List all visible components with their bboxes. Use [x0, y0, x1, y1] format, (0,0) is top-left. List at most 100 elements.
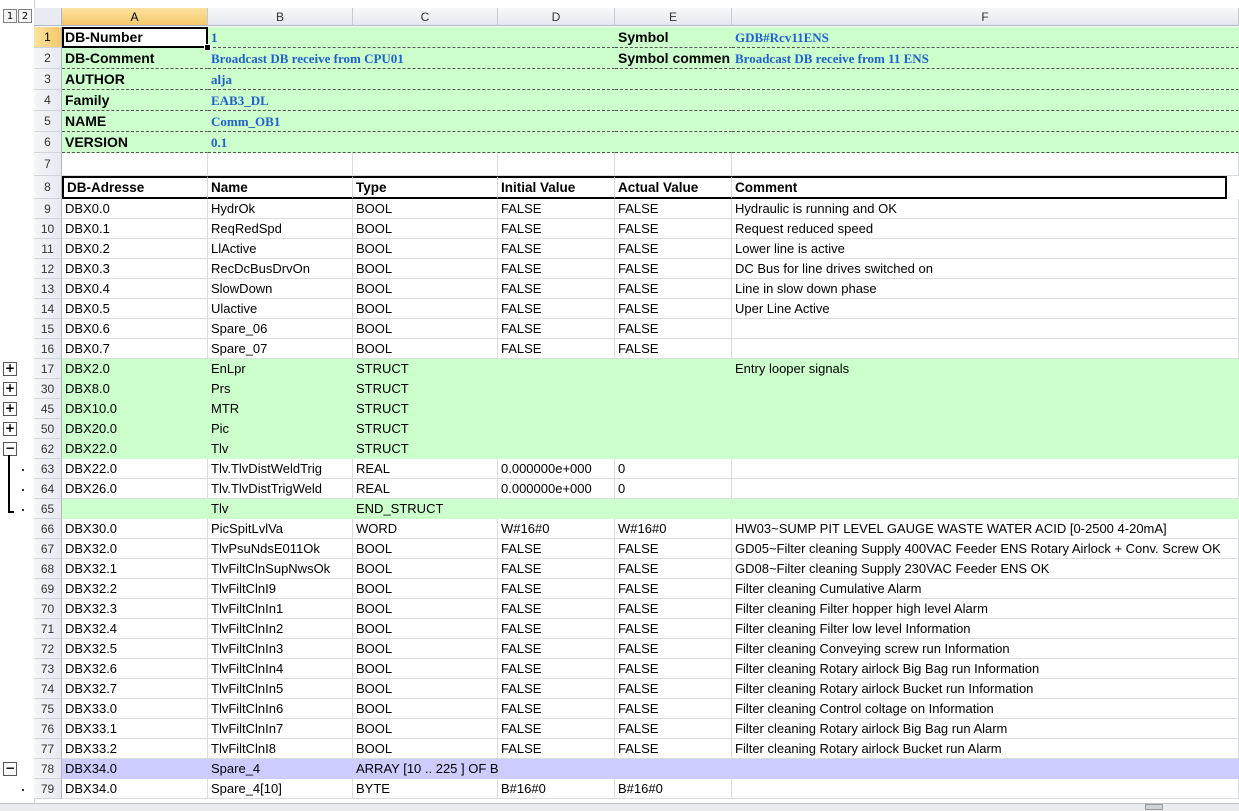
data-cell[interactable]: HW03~SUMP PIT LEVEL GAUGE WASTE WATER AC… — [732, 519, 1239, 539]
expand-group-button[interactable]: + — [3, 362, 17, 376]
data-cell[interactable]: DBX34.0 — [62, 779, 208, 799]
data-cell[interactable] — [732, 439, 1239, 459]
data-cell[interactable] — [732, 399, 1239, 419]
data-cell[interactable]: DBX32.2 — [62, 579, 208, 599]
outline-level-2-button[interactable]: 2 — [18, 9, 32, 23]
data-cell[interactable]: DBX22.0 — [62, 459, 208, 479]
data-cell[interactable]: FALSE — [615, 679, 732, 699]
data-cell[interactable]: Filter cleaning Rotary airlock Big Bag r… — [732, 659, 1239, 679]
row-header[interactable]: 6 — [34, 132, 62, 153]
data-cell[interactable] — [732, 379, 1239, 399]
data-cell[interactable]: TlvFiltClnIn7 — [208, 719, 353, 739]
data-cell[interactable]: Line in slow down phase — [732, 279, 1239, 299]
data-cell[interactable]: W#16#0 — [498, 519, 615, 539]
data-cell[interactable]: TlvFiltClnI9 — [208, 579, 353, 599]
data-cell[interactable]: Pic — [208, 419, 353, 439]
row-header[interactable]: 77 — [34, 739, 62, 759]
data-cell[interactable]: FALSE — [498, 279, 615, 299]
row-header[interactable]: 17 — [34, 359, 62, 379]
row-header[interactable]: 76 — [34, 719, 62, 739]
data-cell[interactable]: FALSE — [615, 599, 732, 619]
data-cell[interactable]: REAL — [353, 479, 498, 499]
data-cell[interactable]: BOOL — [353, 559, 498, 579]
data-cell[interactable]: FALSE — [498, 619, 615, 639]
data-cell[interactable]: DBX26.0 — [62, 479, 208, 499]
data-cell[interactable]: FALSE — [615, 579, 732, 599]
data-cell[interactable]: STRUCT — [353, 439, 498, 459]
data-cell[interactable]: 0 — [615, 479, 732, 499]
data-cell[interactable]: LlActive — [208, 239, 353, 259]
data-cell[interactable]: BOOL — [353, 579, 498, 599]
data-cell[interactable]: Spare_4 — [208, 759, 353, 779]
row-header[interactable]: 74 — [34, 679, 62, 699]
row-header[interactable]: 7 — [34, 153, 62, 176]
data-cell[interactable]: DBX34.0 — [62, 759, 208, 779]
data-cell[interactable]: DBX0.3 — [62, 259, 208, 279]
expand-group-button[interactable]: + — [3, 422, 17, 436]
cell-value-f[interactable] — [732, 132, 1239, 153]
cell-label-e[interactable] — [615, 132, 732, 153]
data-cell[interactable]: Filter cleaning Filter hopper high level… — [732, 599, 1239, 619]
column-title-cell[interactable]: Type — [353, 176, 498, 199]
data-cell[interactable]: BOOL — [353, 639, 498, 659]
data-cell[interactable]: GD05~Filter cleaning Supply 400VAC Feede… — [732, 539, 1239, 559]
data-cell[interactable] — [732, 319, 1239, 339]
row-header[interactable]: 64 — [34, 479, 62, 499]
data-cell[interactable]: SlowDown — [208, 279, 353, 299]
data-cell[interactable] — [732, 779, 1239, 799]
data-cell[interactable]: B#16#0 — [615, 779, 732, 799]
column-header-e[interactable]: E — [615, 8, 732, 26]
data-cell[interactable]: DBX32.0 — [62, 539, 208, 559]
empty-cell[interactable] — [208, 153, 353, 176]
data-cell[interactable]: EnLpr — [208, 359, 353, 379]
data-cell[interactable] — [498, 359, 615, 379]
data-cell[interactable]: BOOL — [353, 719, 498, 739]
data-cell[interactable]: TlvFiltClnIn6 — [208, 699, 353, 719]
row-header[interactable]: 45 — [34, 399, 62, 419]
data-cell[interactable]: STRUCT — [353, 359, 498, 379]
data-cell[interactable]: BOOL — [353, 539, 498, 559]
data-cell[interactable]: BOOL — [353, 739, 498, 759]
cell-label-e[interactable] — [615, 90, 732, 111]
data-cell[interactable]: FALSE — [615, 319, 732, 339]
row-header[interactable]: 11 — [34, 239, 62, 259]
data-cell[interactable]: DBX0.4 — [62, 279, 208, 299]
data-cell[interactable]: BOOL — [353, 279, 498, 299]
data-cell[interactable] — [615, 419, 732, 439]
row-header[interactable]: 68 — [34, 559, 62, 579]
empty-cell[interactable] — [498, 153, 615, 176]
cell-label-e[interactable]: Symbol — [615, 27, 732, 48]
data-cell[interactable]: END_STRUCT — [353, 499, 498, 519]
data-cell[interactable]: BOOL — [353, 339, 498, 359]
expand-group-button[interactable]: + — [3, 382, 17, 396]
data-cell[interactable] — [615, 499, 732, 519]
data-cell[interactable]: TlvFiltClnI8 — [208, 739, 353, 759]
data-cell[interactable]: Ulactive — [208, 299, 353, 319]
cell-value-b[interactable]: EAB3_DL — [208, 90, 615, 111]
row-header[interactable]: 8 — [34, 176, 62, 199]
data-cell[interactable]: Hydraulic is running and OK — [732, 199, 1239, 219]
empty-cell[interactable] — [732, 153, 1239, 176]
data-cell[interactable]: FALSE — [498, 299, 615, 319]
cell-label-a[interactable]: DB-Comment — [62, 48, 208, 69]
cell-value-b[interactable]: 0.1 — [208, 132, 615, 153]
data-cell[interactable]: FALSE — [498, 599, 615, 619]
data-cell[interactable]: STRUCT — [353, 419, 498, 439]
row-header[interactable]: 71 — [34, 619, 62, 639]
data-cell[interactable]: DBX32.5 — [62, 639, 208, 659]
column-title-cell[interactable]: DB-Adresse — [62, 176, 208, 199]
row-header[interactable]: 12 — [34, 259, 62, 279]
data-cell[interactable] — [498, 379, 615, 399]
data-cell[interactable]: FALSE — [498, 539, 615, 559]
data-cell[interactable] — [62, 499, 208, 519]
row-header[interactable]: 67 — [34, 539, 62, 559]
row-header[interactable]: 13 — [34, 279, 62, 299]
cell-value-f[interactable] — [732, 111, 1239, 132]
select-all-corner[interactable] — [34, 8, 62, 26]
data-cell[interactable]: Filter cleaning Cumulative Alarm — [732, 579, 1239, 599]
data-cell[interactable]: TlvFiltClnIn5 — [208, 679, 353, 699]
data-cell[interactable]: TlvFiltClnIn2 — [208, 619, 353, 639]
data-cell[interactable]: BOOL — [353, 319, 498, 339]
cell-label-e[interactable] — [615, 111, 732, 132]
data-cell[interactable]: WORD — [353, 519, 498, 539]
